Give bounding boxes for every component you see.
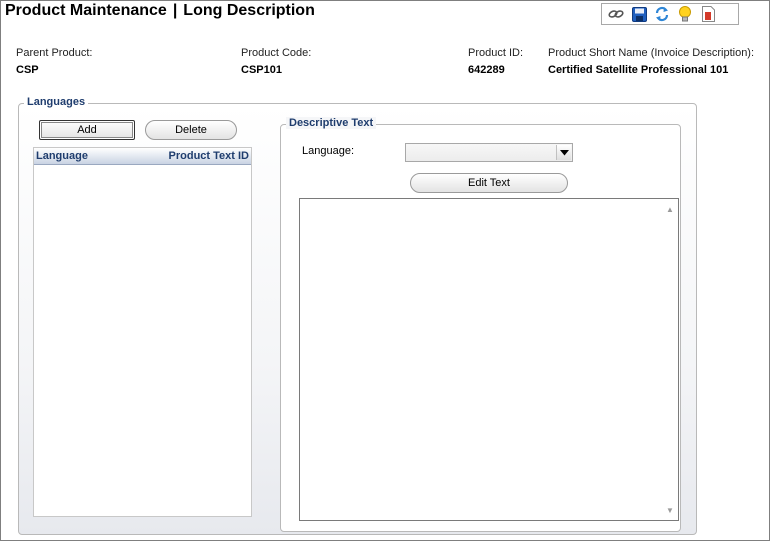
short-name-value: Certified Satellite Professional 101 — [548, 64, 729, 76]
page-title-main: Product Maintenance — [5, 2, 167, 19]
column-header-product-text-id[interactable]: Product Text ID — [169, 150, 249, 162]
languages-group-title: Languages — [24, 96, 89, 108]
scroll-up-icon[interactable]: ▲ — [662, 201, 678, 217]
report-icon[interactable] — [698, 5, 718, 23]
languages-list[interactable]: Language Product Text ID — [33, 147, 252, 517]
product-code-value: CSP101 — [241, 64, 282, 76]
column-header-language[interactable]: Language — [36, 150, 88, 162]
toolbar — [601, 3, 739, 25]
refresh-icon[interactable] — [652, 5, 672, 23]
descriptive-text-group-title: Descriptive Text — [286, 117, 377, 129]
delete-button[interactable]: Delete — [145, 120, 237, 140]
short-name-label: Product Short Name (Invoice Description)… — [548, 47, 755, 59]
language-select[interactable] — [405, 143, 573, 162]
product-code-label: Product Code: — [241, 47, 312, 59]
parent-product-label: Parent Product: — [16, 47, 93, 59]
product-id-label: Product ID: — [468, 47, 524, 59]
add-button[interactable]: Add — [39, 120, 135, 140]
chevron-down-icon[interactable] — [556, 145, 571, 160]
page-title: Product Maintenance | Long Description — [5, 2, 315, 20]
lightbulb-icon[interactable] — [675, 5, 695, 23]
descriptive-text-area[interactable]: ▲ ▼ — [299, 198, 679, 521]
languages-list-header: Language Product Text ID — [34, 148, 251, 165]
link-icon[interactable] — [606, 5, 626, 23]
vertical-scrollbar[interactable]: ▲ ▼ — [662, 199, 678, 520]
title-separator: | — [172, 2, 178, 19]
parent-product-value: CSP — [16, 64, 39, 76]
save-icon[interactable] — [629, 5, 649, 23]
product-id-value: 642289 — [468, 64, 505, 76]
page-title-sub: Long Description — [183, 2, 315, 19]
language-label: Language: — [302, 145, 354, 157]
edit-text-button[interactable]: Edit Text — [410, 173, 568, 193]
scroll-down-icon[interactable]: ▼ — [662, 502, 678, 518]
